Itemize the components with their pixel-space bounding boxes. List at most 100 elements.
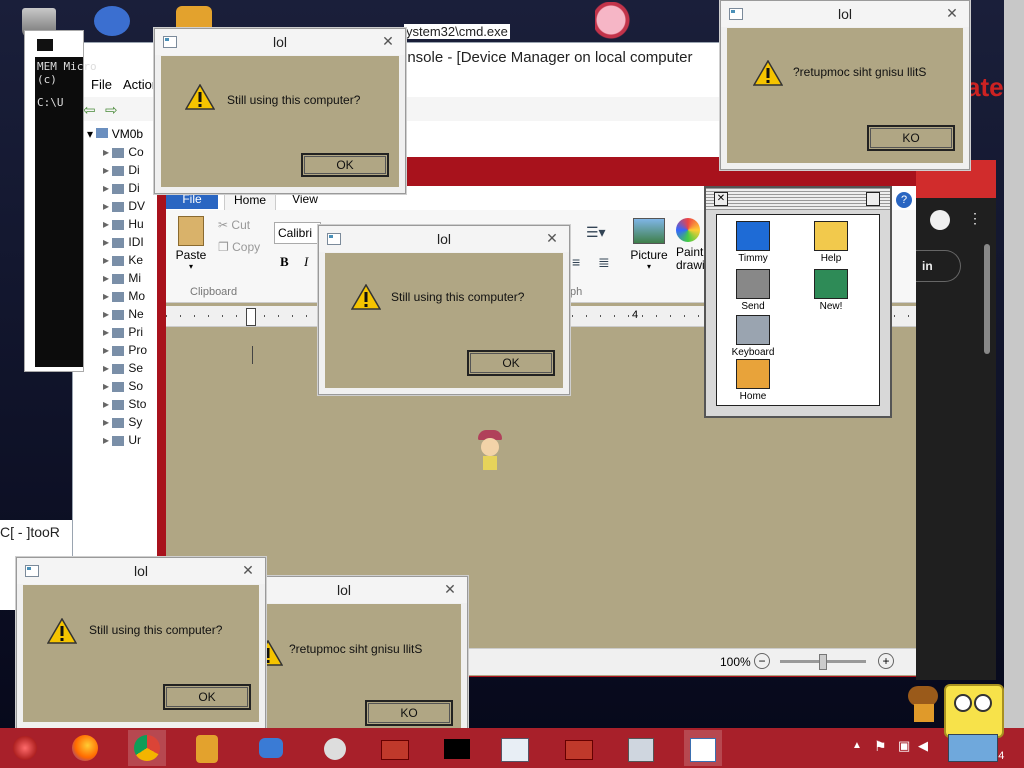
- tree-item[interactable]: ▸ Pri: [103, 325, 143, 339]
- tree-item[interactable]: ▸ Sto: [103, 397, 146, 411]
- computer-task-icon[interactable]: [622, 730, 660, 766]
- menu-file[interactable]: File: [91, 77, 112, 92]
- copy-button[interactable]: ❐ Copy: [218, 240, 260, 254]
- font-family-select[interactable]: Calibri: [274, 222, 321, 244]
- dialog-titlebar[interactable]: lol ✕: [721, 1, 969, 27]
- device-manager-task-icon[interactable]: [496, 730, 534, 766]
- mac-titlebar[interactable]: ✕: [706, 188, 890, 210]
- expand-arrow-icon[interactable]: ▸: [103, 289, 112, 303]
- tree-item[interactable]: ▸ Di: [103, 181, 140, 195]
- help-icon[interactable]: Help: [809, 221, 853, 264]
- cartoon-app-icon[interactable]: [188, 730, 226, 766]
- tree-item[interactable]: ▸ DV: [103, 199, 145, 213]
- close-icon[interactable]: ✕: [439, 581, 461, 598]
- mac-zoom-box[interactable]: [866, 192, 880, 206]
- indent-marker[interactable]: [246, 308, 256, 326]
- tree-item[interactable]: ▸ Hu: [103, 217, 144, 231]
- expand-arrow-icon[interactable]: ▸: [103, 361, 112, 375]
- chrome-menu-icon[interactable]: ⋮: [968, 210, 982, 227]
- tray-up-arrow-icon[interactable]: ▲: [852, 740, 862, 751]
- zoom-slider-thumb[interactable]: [819, 654, 827, 670]
- paragraph-icon[interactable]: ≣: [598, 254, 610, 271]
- expand-arrow-icon[interactable]: ▸: [103, 217, 112, 231]
- start-button[interactable]: [6, 730, 44, 766]
- mac-close-box[interactable]: ✕: [714, 192, 728, 206]
- expand-arrow-icon[interactable]: ▸: [103, 181, 112, 195]
- expand-arrow-icon[interactable]: ▸: [103, 397, 112, 411]
- home-icon[interactable]: Home: [731, 359, 775, 402]
- toolbox-icon[interactable]: [376, 730, 414, 766]
- tree-item[interactable]: ▸ Pro: [103, 343, 147, 357]
- close-icon[interactable]: ✕: [237, 562, 259, 579]
- expand-arrow-icon[interactable]: ▸: [103, 307, 112, 321]
- forward-arrow-icon[interactable]: ⇨: [105, 101, 118, 119]
- expand-arrow-icon[interactable]: ▸: [103, 433, 112, 447]
- tree-item[interactable]: ▸ Mi: [103, 271, 141, 285]
- bold-button[interactable]: B: [280, 254, 289, 270]
- chrome-icon[interactable]: [128, 730, 166, 766]
- dialog-titlebar[interactable]: lol ✕: [319, 226, 569, 252]
- close-icon[interactable]: ✕: [541, 230, 563, 247]
- firefox-icon[interactable]: [66, 730, 104, 766]
- expand-arrow-icon[interactable]: ▸: [103, 343, 112, 357]
- tree-item[interactable]: ▸ Ke: [103, 253, 143, 267]
- expand-arrow-icon[interactable]: ▸: [103, 163, 112, 177]
- tree-item[interactable]: ▸ Di: [103, 163, 140, 177]
- new-icon[interactable]: New!: [809, 269, 853, 312]
- black-window-icon[interactable]: [438, 730, 476, 766]
- tree-item[interactable]: ▸ Ur: [103, 433, 141, 447]
- italic-button[interactable]: I: [304, 254, 308, 270]
- cmd-console[interactable]: MEM Micro (c) C:\U: [35, 57, 97, 367]
- ok-button[interactable]: OK: [301, 153, 389, 177]
- wordpad-task-icon[interactable]: [684, 730, 722, 766]
- back-arrow-icon[interactable]: ⇦: [83, 101, 96, 119]
- keyboard-icon[interactable]: Keyboard: [731, 315, 775, 358]
- tree-item[interactable]: ▸ Se: [103, 361, 143, 375]
- expand-arrow-icon[interactable]: ▸: [103, 271, 112, 285]
- tree-item[interactable]: ▸ IDI: [103, 235, 144, 249]
- close-icon[interactable]: ✕: [941, 5, 963, 22]
- tray-flag-icon[interactable]: ⚑: [874, 738, 887, 755]
- timmy-icon[interactable]: Timmy: [731, 221, 775, 264]
- zoom-out-icon[interactable]: −: [754, 653, 770, 669]
- tree-item[interactable]: ▸ Co: [103, 145, 144, 159]
- expand-arrow-icon[interactable]: ▸: [103, 199, 112, 213]
- misc-app-icon[interactable]: [316, 730, 354, 766]
- paint-drawing-button[interactable]: Paint drawing: [676, 218, 706, 272]
- ko-button[interactable]: KO: [867, 125, 955, 151]
- tree-root[interactable]: ▾ VM0b: [87, 127, 143, 141]
- toolbox-2-icon[interactable]: [560, 730, 598, 766]
- cut-button[interactable]: ✂ Cut: [218, 218, 250, 232]
- send-icon[interactable]: Send: [731, 269, 775, 312]
- expand-arrow-icon[interactable]: ▸: [103, 145, 112, 159]
- dialog-titlebar[interactable]: lol ✕: [155, 29, 405, 55]
- help-icon-ribbon[interactable]: ?: [896, 192, 912, 208]
- expand-arrow-icon[interactable]: ▸: [103, 325, 112, 339]
- picture-button[interactable]: Picture ▾: [628, 218, 670, 271]
- tree-item[interactable]: ▸ So: [103, 379, 143, 393]
- ko-button[interactable]: KO: [365, 700, 453, 726]
- ok-button[interactable]: OK: [467, 350, 555, 376]
- expand-arrow-icon[interactable]: ▸: [103, 379, 112, 393]
- desktop-shortcut-icon[interactable]: [94, 6, 130, 36]
- close-icon[interactable]: ✕: [377, 33, 399, 50]
- zoom-in-icon[interactable]: +: [878, 653, 894, 669]
- dialog-titlebar[interactable]: lol ✕: [17, 558, 265, 584]
- line-spacing-icon[interactable]: ☰▾: [586, 224, 606, 241]
- profile-icon[interactable]: [930, 210, 950, 230]
- tray-volume-icon[interactable]: ◀: [918, 738, 928, 754]
- tree-item[interactable]: ▸ Sy: [103, 415, 142, 429]
- chrome-scrollbar[interactable]: [984, 244, 990, 354]
- cmd-title-fragment: ystem32\cmd.exe: [404, 24, 510, 39]
- align-justify-icon[interactable]: ≡: [572, 254, 580, 270]
- tree-item[interactable]: ▸ Ne: [103, 307, 144, 321]
- expand-arrow-icon[interactable]: ▸: [103, 253, 112, 267]
- expand-arrow-icon[interactable]: ▸: [103, 235, 112, 249]
- media-app-icon[interactable]: [252, 730, 290, 766]
- sign-in-button[interactable]: in: [916, 250, 961, 282]
- tree-item[interactable]: ▸ Mo: [103, 289, 145, 303]
- expand-arrow-icon[interactable]: ▸: [103, 415, 112, 429]
- paste-button[interactable]: Paste ▾: [174, 216, 208, 276]
- tray-network-icon[interactable]: ▣: [898, 738, 910, 754]
- ok-button[interactable]: OK: [163, 684, 251, 710]
